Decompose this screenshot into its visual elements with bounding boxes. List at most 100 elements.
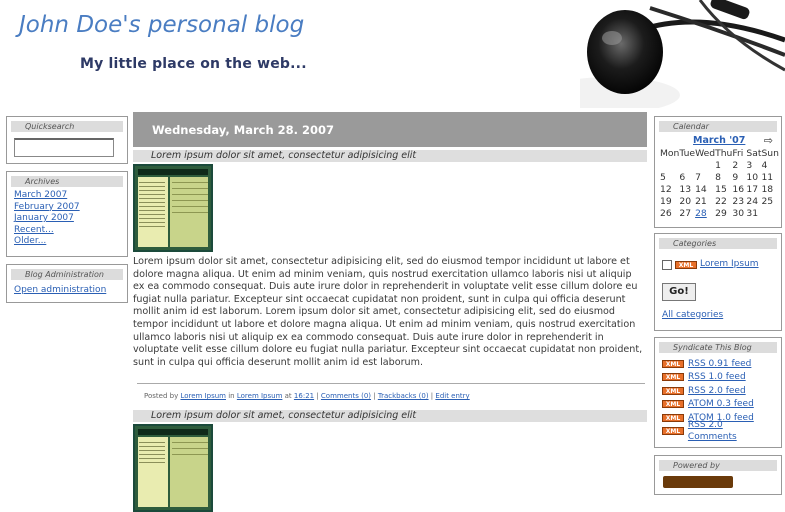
category-link[interactable]: Lorem Ipsum bbox=[237, 392, 283, 400]
calendar-week-row: 19 20 21 22 23 24 25 bbox=[660, 195, 779, 207]
weekday-label: Mon bbox=[660, 147, 680, 159]
category-row: XML Lorem Ipsum bbox=[662, 259, 774, 271]
xml-feed-icon[interactable]: XML bbox=[662, 386, 684, 395]
calendar-day: 7 bbox=[695, 171, 701, 183]
calendar-day: 5 bbox=[660, 171, 666, 183]
calendar-day: 26 bbox=[660, 207, 672, 219]
quicksearch-title: Quicksearch bbox=[11, 121, 123, 132]
calendar-week-row: 26 27 28 29 30 31 bbox=[660, 207, 779, 219]
xml-feed-icon[interactable]: XML bbox=[675, 260, 697, 269]
calendar-day bbox=[695, 159, 715, 171]
at-label: at bbox=[284, 392, 292, 401]
entry-title[interactable]: Lorem ipsum dolor sit amet, consectetur … bbox=[133, 410, 647, 423]
earbud-header-image bbox=[580, 0, 785, 108]
calendar-day: 12 bbox=[660, 183, 672, 195]
category-checkbox[interactable] bbox=[662, 259, 672, 270]
trackbacks-link[interactable]: Trackbacks (0) bbox=[378, 392, 429, 400]
go-button[interactable]: Go! bbox=[662, 282, 696, 301]
feed-row: XML RSS 1.0 feed bbox=[662, 371, 774, 385]
calendar-day-link[interactable]: 28 bbox=[695, 208, 707, 219]
comments-link[interactable]: Comments (0) bbox=[321, 392, 371, 400]
categories-body: XML Lorem Ipsum Go! All categories bbox=[655, 249, 781, 324]
calendar-day: 8 bbox=[715, 171, 721, 183]
calendar-day bbox=[761, 207, 778, 219]
admin-body: Open administration bbox=[7, 280, 127, 300]
calendar-sidebar-box: Calendar March '07 ⇨ Mon Tue Wed Thu Fri… bbox=[654, 116, 782, 228]
calendar-day: 1 bbox=[715, 159, 721, 171]
calendar-day: 24 bbox=[746, 195, 759, 207]
calendar-day: 14 bbox=[695, 183, 707, 195]
quicksearch-input[interactable] bbox=[14, 138, 114, 157]
calendar-day: 25 bbox=[761, 195, 774, 207]
weekday-label: Sat bbox=[746, 147, 762, 159]
entry-thumbnail-image[interactable] bbox=[133, 164, 213, 252]
calendar-days: 1 2 3 4 5 6 7 8 9 10 11 12 13 14 15 16 17 18 19 20 21 22 23 24 2… bbox=[660, 159, 779, 219]
powered-by-logo[interactable] bbox=[663, 476, 733, 488]
feed-row: XML RSS 2.0 feed bbox=[662, 384, 774, 398]
calendar-day[interactable]: 28 bbox=[695, 207, 715, 219]
xml-feed-icon[interactable]: XML bbox=[662, 400, 684, 409]
xml-feed-icon[interactable]: XML bbox=[662, 373, 684, 382]
xml-feed-icon[interactable]: XML bbox=[662, 427, 684, 436]
calendar-day: 16 bbox=[732, 183, 745, 195]
main-content: Wednesday, March 28. 2007 Lorem ipsum do… bbox=[133, 112, 647, 512]
categories-title: Categories bbox=[659, 238, 777, 249]
calendar-title: Calendar bbox=[659, 121, 777, 132]
calendar-day: 4 bbox=[761, 159, 768, 171]
archives-sidebar-box: Archives March 2007 February 2007 Januar… bbox=[6, 171, 128, 257]
blog-title[interactable]: John Doe's personal blog bbox=[19, 12, 304, 38]
calendar-day: 6 bbox=[679, 171, 686, 183]
calendar-weekdays-row: Mon Tue Wed Thu Fri Sat Sun bbox=[660, 147, 779, 159]
feed-link-rss-20-comments[interactable]: RSS 2.0 Comments bbox=[688, 419, 774, 443]
open-administration-link[interactable]: Open administration bbox=[14, 285, 120, 297]
date-header: Wednesday, March 28. 2007 bbox=[133, 112, 647, 147]
calendar-day: 3 bbox=[746, 159, 753, 171]
calendar-day bbox=[679, 159, 695, 171]
feed-link-atom-03[interactable]: ATOM 0.3 feed bbox=[688, 398, 754, 410]
blog-header: John Doe's personal blog My little place… bbox=[0, 0, 785, 108]
powered-by-box: Powered by bbox=[654, 455, 782, 495]
all-categories-link[interactable]: All categories bbox=[662, 310, 774, 322]
archive-link-january-2007[interactable]: January 2007 bbox=[14, 213, 120, 225]
next-month-arrow-icon[interactable]: ⇨ bbox=[764, 134, 773, 147]
feed-row: XML ATOM 0.3 feed bbox=[662, 398, 774, 412]
calendar-day: 15 bbox=[715, 183, 727, 195]
edit-entry-link[interactable]: Edit entry bbox=[435, 392, 469, 400]
entry-thumbnail-image[interactable] bbox=[133, 424, 213, 512]
feed-link-rss-091[interactable]: RSS 0.91 feed bbox=[688, 358, 751, 370]
archive-link-older[interactable]: Older... bbox=[14, 236, 120, 248]
calendar-month-link[interactable]: March '07 bbox=[693, 135, 745, 146]
calendar-week-row: 12 13 14 15 16 17 18 bbox=[660, 183, 779, 195]
calendar-day: 2 bbox=[732, 159, 739, 171]
calendar-day: 19 bbox=[660, 195, 672, 207]
archive-link-february-2007[interactable]: February 2007 bbox=[14, 202, 120, 214]
calendar-day: 22 bbox=[715, 195, 727, 207]
calendar-day: 23 bbox=[732, 195, 745, 207]
feed-link-rss-20[interactable]: RSS 2.0 feed bbox=[688, 385, 746, 397]
archive-link-recent[interactable]: Recent... bbox=[14, 225, 120, 237]
calendar-day bbox=[660, 159, 679, 171]
feed-row: XML RSS 0.91 feed bbox=[662, 357, 774, 371]
author-link[interactable]: Lorem Ipsum bbox=[180, 392, 226, 400]
weekday-label: Wed bbox=[695, 147, 716, 159]
calendar-day: 17 bbox=[746, 183, 759, 195]
calendar-day: 29 bbox=[715, 207, 727, 219]
xml-feed-icon[interactable]: XML bbox=[662, 359, 684, 368]
calendar-day: 11 bbox=[761, 171, 774, 183]
weekday-label: Fri bbox=[732, 147, 744, 159]
xml-feed-icon[interactable]: XML bbox=[662, 413, 684, 422]
entry-title[interactable]: Lorem ipsum dolor sit amet, consectetur … bbox=[133, 150, 647, 162]
entry-time-link[interactable]: 16:21 bbox=[294, 392, 314, 400]
calendar-grid: Mon Tue Wed Thu Fri Sat Sun 1 2 3 4 5 6 7 8 9 10 1… bbox=[660, 147, 779, 219]
feed-row: XML RSS 2.0 Comments bbox=[662, 420, 774, 442]
calendar-day: 18 bbox=[761, 183, 774, 195]
syndicate-title: Syndicate This Blog bbox=[659, 342, 777, 353]
quicksearch-sidebar-box: Quicksearch bbox=[6, 116, 128, 164]
entry-footer: Posted by Lorem Ipsum in Lorem Ipsum at … bbox=[137, 383, 645, 400]
archive-link-march-2007[interactable]: March 2007 bbox=[14, 190, 120, 202]
archives-list: March 2007 February 2007 January 2007 Re… bbox=[7, 187, 127, 251]
feed-link-rss-10[interactable]: RSS 1.0 feed bbox=[688, 371, 746, 383]
category-link-lorem-ipsum[interactable]: Lorem Ipsum bbox=[700, 259, 759, 271]
syndicate-feed-list: XML RSS 0.91 feed XML RSS 1.0 feed XML RSS … bbox=[655, 353, 781, 442]
weekday-label: Thu bbox=[715, 147, 733, 159]
